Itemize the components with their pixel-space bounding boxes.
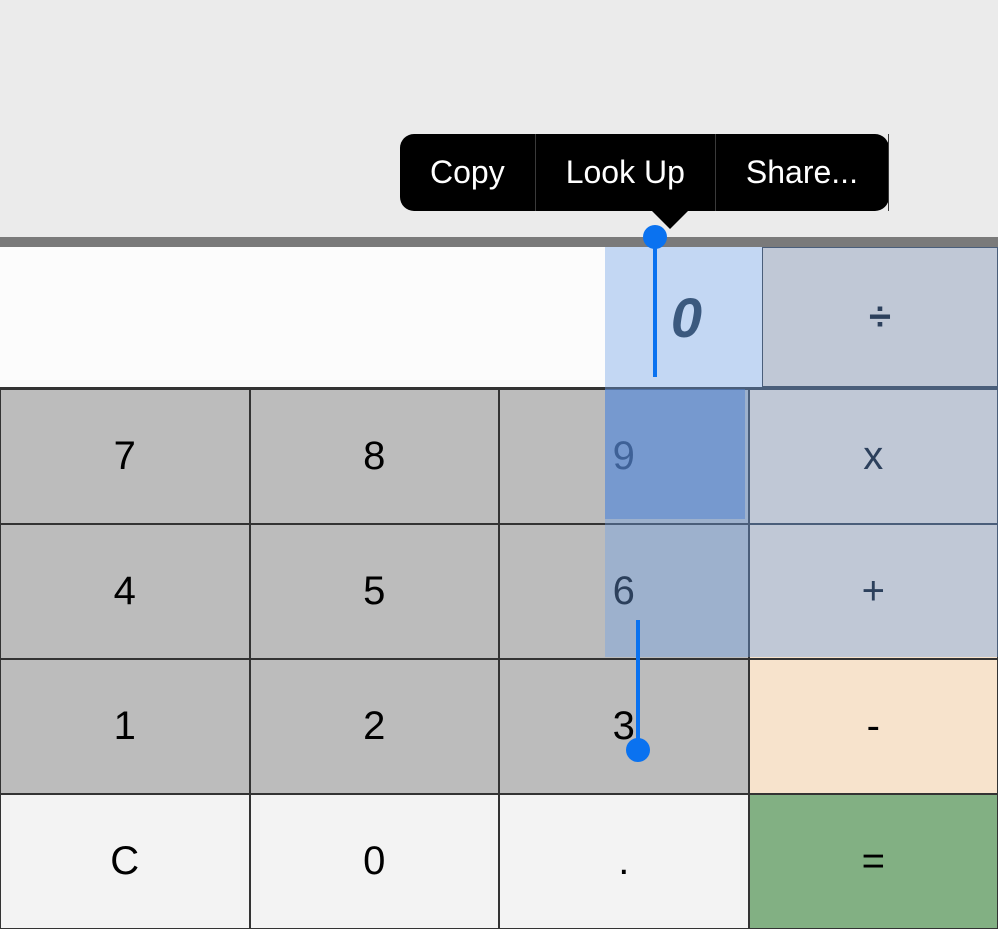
- plus-button[interactable]: +: [749, 524, 998, 659]
- copy-menu-item[interactable]: Copy: [400, 134, 536, 211]
- status-area: Copy Look Up Share...: [0, 0, 998, 237]
- divide-button[interactable]: ÷: [762, 247, 998, 387]
- digit-7-button[interactable]: 7: [0, 389, 250, 524]
- digit-4-button[interactable]: 4: [0, 524, 250, 659]
- context-menu: Copy Look Up Share...: [400, 134, 889, 211]
- equals-button[interactable]: =: [749, 794, 998, 929]
- multiply-button[interactable]: x: [749, 389, 998, 524]
- digit-0-button[interactable]: 0: [250, 794, 500, 929]
- digit-8-button[interactable]: 8: [250, 389, 500, 524]
- display-value: 0: [671, 285, 702, 350]
- digit-9-button[interactable]: 9: [499, 389, 749, 524]
- digit-2-button[interactable]: 2: [250, 659, 500, 794]
- selection-highlight: [605, 247, 730, 387]
- selection-handle-end[interactable]: [636, 620, 640, 750]
- digit-1-button[interactable]: 1: [0, 659, 250, 794]
- digit-3-button[interactable]: 3: [499, 659, 749, 794]
- divider: [0, 237, 998, 247]
- menu-tail-icon: [650, 209, 690, 229]
- calculator-display[interactable]: 0: [0, 247, 762, 387]
- selection-handle-start[interactable]: [653, 237, 657, 377]
- digit-6-button[interactable]: 6: [499, 524, 749, 659]
- keypad: 7 8 9 x 4 5 6 + 1 2 3 - C 0 . =: [0, 387, 998, 929]
- clear-button[interactable]: C: [0, 794, 250, 929]
- decimal-button[interactable]: .: [499, 794, 749, 929]
- minus-button[interactable]: -: [749, 659, 998, 794]
- lookup-menu-item[interactable]: Look Up: [536, 134, 716, 211]
- display-row: 0 ÷: [0, 247, 998, 387]
- share-menu-item[interactable]: Share...: [716, 134, 889, 211]
- digit-5-button[interactable]: 5: [250, 524, 500, 659]
